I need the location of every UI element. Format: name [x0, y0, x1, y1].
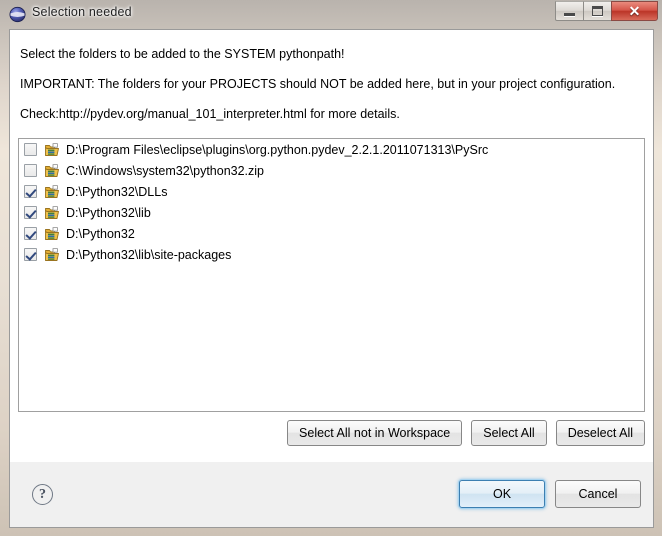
folder-list-item[interactable]: D:\Python32\DLLs [19, 181, 644, 202]
deselect-all-button[interactable]: Deselect All [555, 420, 645, 446]
dialog-window: Selection needed ✕ Select the folders to… [0, 0, 662, 536]
ok-button[interactable]: OK [459, 480, 545, 508]
dialog-footer: ? OK Cancel [10, 462, 653, 527]
folder-icon [44, 205, 60, 221]
folder-path-label: D:\Python32\lib\site-packages [66, 247, 232, 262]
title-bar[interactable]: Selection needed ✕ [0, 0, 662, 29]
folder-list[interactable]: D:\Program Files\eclipse\plugins\org.pyt… [18, 138, 645, 412]
select-all-button[interactable]: Select All [471, 420, 547, 446]
help-button[interactable]: ? [32, 484, 53, 505]
folder-path-label: D:\Program Files\eclipse\plugins\org.pyt… [66, 142, 489, 157]
folder-list-item[interactable]: D:\Program Files\eclipse\plugins\org.pyt… [19, 139, 644, 160]
folder-icon [44, 247, 60, 263]
eclipse-icon [9, 6, 26, 23]
cancel-button[interactable]: Cancel [555, 480, 641, 508]
selection-buttons: Select All not in Workspace Select All D… [18, 420, 645, 446]
folder-icon [44, 226, 60, 242]
window-controls: ✕ [555, 1, 658, 23]
folder-list-item[interactable]: D:\Python32\lib\site-packages [19, 244, 644, 265]
folder-path-label: D:\Python32 [66, 226, 135, 241]
message-line-1: Select the folders to be added to the SY… [20, 47, 345, 61]
close-icon: ✕ [628, 3, 641, 19]
checkbox-checked[interactable] [24, 248, 37, 261]
folder-icon [44, 142, 60, 158]
folder-list-item[interactable]: D:\Python32\lib [19, 202, 644, 223]
dialog-body: Select the folders to be added to the SY… [10, 30, 653, 462]
checkbox-checked[interactable] [24, 227, 37, 240]
checkbox-checked[interactable] [24, 185, 37, 198]
message-line-2: IMPORTANT: The folders for your PROJECTS… [20, 77, 616, 91]
folder-icon [44, 163, 60, 179]
folder-path-label: C:\Windows\system32\python32.zip [66, 163, 265, 178]
checkbox-unchecked[interactable] [24, 164, 37, 177]
restore-icon [592, 6, 603, 16]
folder-icon [44, 184, 60, 200]
message-line-3: Check:http://pydev.org/manual_101_interp… [20, 107, 400, 121]
folder-path-label: D:\Python32\DLLs [66, 184, 168, 199]
dialog-client-area: Select the folders to be added to the SY… [9, 29, 654, 528]
folder-path-label: D:\Python32\lib [66, 205, 151, 220]
minimize-button[interactable] [555, 1, 584, 21]
select-all-not-in-workspace-button[interactable]: Select All not in Workspace [287, 420, 463, 446]
restore-button[interactable] [583, 1, 612, 21]
close-button[interactable]: ✕ [611, 1, 658, 21]
minimize-icon [564, 12, 575, 16]
window-title: Selection needed [32, 5, 132, 19]
folder-list-item[interactable]: C:\Windows\system32\python32.zip [19, 160, 644, 181]
folder-list-item[interactable]: D:\Python32 [19, 223, 644, 244]
footer-buttons: OK Cancel [459, 480, 641, 508]
checkbox-unchecked[interactable] [24, 143, 37, 156]
checkbox-checked[interactable] [24, 206, 37, 219]
